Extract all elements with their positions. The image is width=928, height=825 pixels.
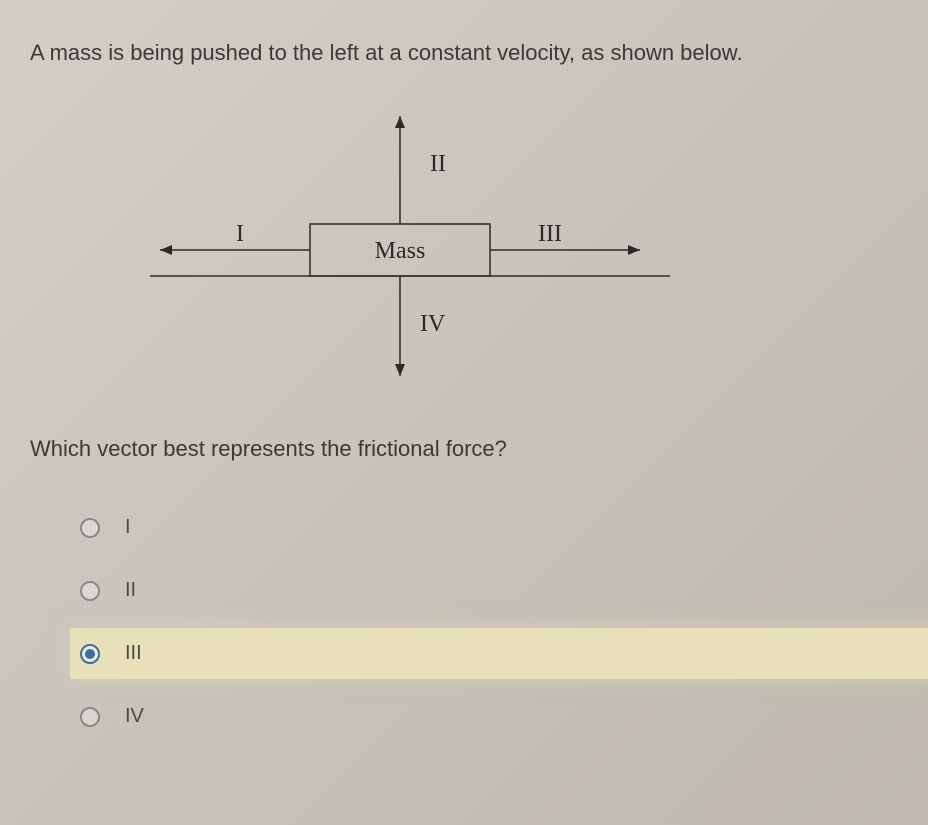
option-4[interactable]: IV <box>70 691 898 742</box>
question-prompt: Which vector best represents the frictio… <box>30 436 898 462</box>
force-diagram: Mass I II III IV <box>110 96 710 396</box>
option-1[interactable]: I <box>70 502 898 553</box>
option-label: I <box>125 516 131 539</box>
radio-icon <box>80 581 100 601</box>
option-label: IV <box>125 705 144 728</box>
mass-label: Mass <box>375 238 426 264</box>
question-stem: A mass is being pushed to the left at a … <box>30 40 898 66</box>
option-label: II <box>125 579 136 602</box>
vector-left-label: I <box>236 221 244 247</box>
vector-down-label: IV <box>420 311 446 337</box>
option-label: III <box>125 642 142 665</box>
radio-icon <box>80 518 100 538</box>
radio-icon <box>80 644 100 664</box>
options-list: I II III IV <box>30 502 898 742</box>
radio-icon <box>80 707 100 727</box>
vector-right-label: III <box>538 221 562 247</box>
vector-up-label: II <box>430 151 446 177</box>
option-3[interactable]: III <box>70 628 928 679</box>
option-2[interactable]: II <box>70 565 898 616</box>
